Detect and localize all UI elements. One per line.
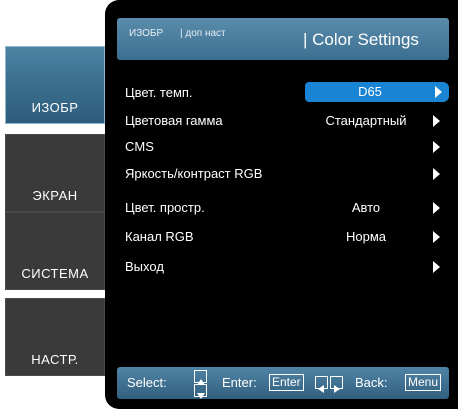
menu-row-label: Канал RGB [125,229,194,244]
breadcrumb-sub[interactable]: | доп наст [180,28,226,39]
menu-row-color-temp[interactable]: Цвет. темп. D65 [125,82,449,104]
chevron-right-icon[interactable] [433,115,440,127]
back-hint-label: Back: [355,375,388,390]
chevron-right-icon[interactable] [433,202,440,214]
menu-row-label: CMS [125,139,154,154]
chevron-right-icon[interactable] [433,168,440,180]
page-title: | Color Settings [303,30,419,49]
menu-key-badge: Menu [405,374,442,391]
menu-row-label: Цвет. темп. [125,85,193,100]
menu-row-label: Цветовая гамма [125,113,223,128]
left-arrow-icon [315,376,328,393]
nav-item-label: ИЗОБР [31,100,79,115]
menu-row-label: Выход [125,259,164,274]
select-hint-label: Select: [127,375,167,390]
nav-item-label: ЭКРАН [32,188,78,203]
down-arrow-icon [194,384,207,399]
chevron-right-icon[interactable] [433,231,440,243]
menu-row-value: Стандартный [325,113,407,128]
up-arrow-icon [194,370,207,385]
footer-hint-bar: Select: Enter: Enter Back: Menu [117,367,449,399]
menu-row-value: D65 [305,82,435,102]
nav-item-settings[interactable]: НАСТР. [5,298,105,376]
enter-key-badge: Enter [269,374,304,391]
menu-row-value: Норма [345,229,386,244]
nav-item-label: СИСТЕМА [21,266,89,281]
menu-row-label: Цвет. простр. [125,200,205,215]
menu-row-exit[interactable]: Выход [125,256,445,278]
menu-row-label: Яркость/контраст RGB [125,166,263,181]
right-arrow-icon [330,376,343,393]
chevron-right-icon[interactable] [433,141,440,153]
breadcrumb-root[interactable]: ИЗОБР [129,28,163,39]
nav-item-screen[interactable]: ЭКРАН [5,134,105,212]
menu-row-rgb-channel[interactable]: Канал RGB Норма [125,226,445,248]
nav-item-label: НАСТР. [31,352,79,367]
menu-row-rgb-brightness-contrast[interactable]: Яркость/контраст RGB [125,163,445,185]
header-bar: ИЗОБР | доп наст | Color Settings [117,18,449,60]
menu-row-value: Авто [351,200,381,215]
chevron-right-icon[interactable] [433,261,440,273]
side-navigation: ИЗОБР ЭКРАН СИСТЕМА НАСТР. [5,46,105,376]
nav-item-system[interactable]: СИСТЕМА [5,212,105,290]
chevron-right-icon[interactable] [435,86,442,98]
menu-row-color-space[interactable]: Цвет. простр. Авто [125,197,445,219]
menu-row-cms[interactable]: CMS [125,136,445,158]
osd-menu-panel: ИЗОБР | доп наст | Color Settings Цвет. … [105,0,458,409]
nav-item-picture[interactable]: ИЗОБР [5,46,105,124]
menu-row-color-gamut[interactable]: Цветовая гамма Стандартный [125,110,445,132]
enter-hint-label: Enter: [222,375,257,390]
